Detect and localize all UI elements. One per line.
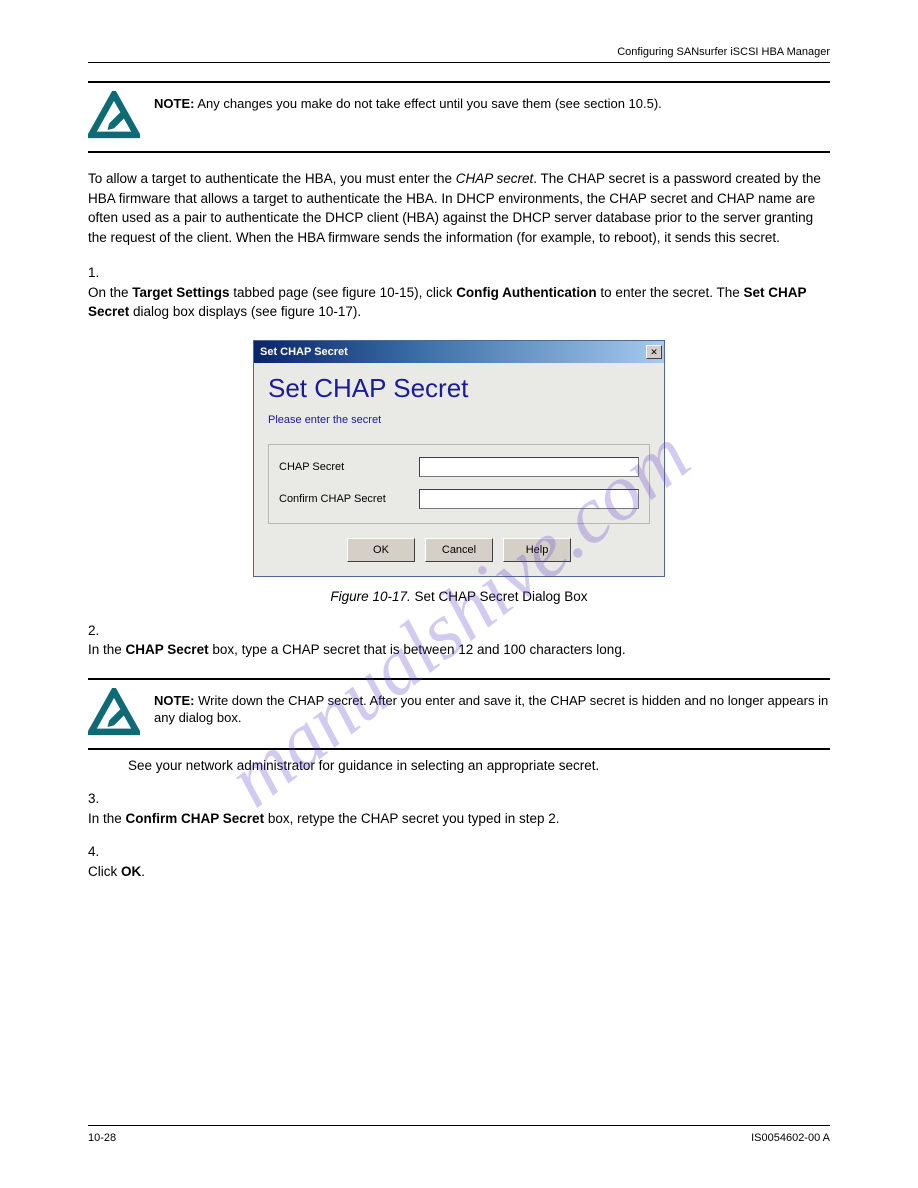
note-text: Write down the CHAP secret. After you en… — [154, 693, 828, 726]
cancel-button[interactable]: Cancel — [425, 538, 493, 562]
paragraph-1: To allow a target to authenticate the HB… — [88, 169, 830, 247]
step-2: 2. In the CHAP Secret box, type a CHAP s… — [88, 621, 830, 660]
page-content: Configuring SANsurfer iSCSI HBA Manager … — [0, 0, 918, 881]
step-4: 4. Click OK. — [88, 842, 830, 881]
dialog-titlebar-text: Set CHAP Secret — [260, 346, 348, 358]
footer-doc-id: IS0054602-00 A — [751, 1132, 830, 1144]
dialog-button-row: OK Cancel Help — [268, 538, 650, 562]
set-chap-secret-dialog: Set CHAP Secret ✕ Set CHAP Secret Please… — [253, 340, 665, 577]
note-label: NOTE: — [154, 96, 194, 111]
page-header: Configuring SANsurfer iSCSI HBA Manager — [88, 40, 830, 63]
dialog-instruction: Please enter the secret — [268, 414, 650, 426]
pencil-icon — [88, 688, 140, 740]
step-3: 3. In the Confirm CHAP Secret box, retyp… — [88, 789, 830, 828]
chap-secret-label: CHAP Secret — [279, 461, 419, 473]
footer-page-number: 10-28 — [88, 1132, 116, 1144]
note-text: Any changes you make do not take effect … — [197, 96, 661, 111]
ok-button[interactable]: OK — [347, 538, 415, 562]
note-block-1: NOTE: Any changes you make do not take e… — [88, 81, 830, 153]
page-footer: 10-28 IS0054602-00 A — [88, 1125, 830, 1144]
note-block-2: NOTE: Write down the CHAP secret. After … — [88, 678, 830, 750]
dialog-title: Set CHAP Secret — [268, 373, 650, 404]
note-label: NOTE: — [154, 693, 194, 708]
figure-caption: Figure 10-17. Set CHAP Secret Dialog Box — [88, 587, 830, 607]
help-button[interactable]: Help — [503, 538, 571, 562]
paragraph-2: See your network administrator for guida… — [128, 756, 830, 776]
close-button[interactable]: ✕ — [646, 345, 662, 359]
pencil-icon — [88, 91, 140, 143]
confirm-chap-secret-label: Confirm CHAP Secret — [279, 493, 419, 505]
dialog-titlebar: Set CHAP Secret ✕ — [254, 341, 664, 363]
step-1: 1. On the Target Settings tabbed page (s… — [88, 263, 830, 322]
confirm-chap-secret-input[interactable] — [419, 489, 639, 509]
field-group: CHAP Secret Confirm CHAP Secret — [268, 444, 650, 524]
chap-secret-input[interactable] — [419, 457, 639, 477]
dialog-body: Set CHAP Secret Please enter the secret … — [254, 363, 664, 576]
